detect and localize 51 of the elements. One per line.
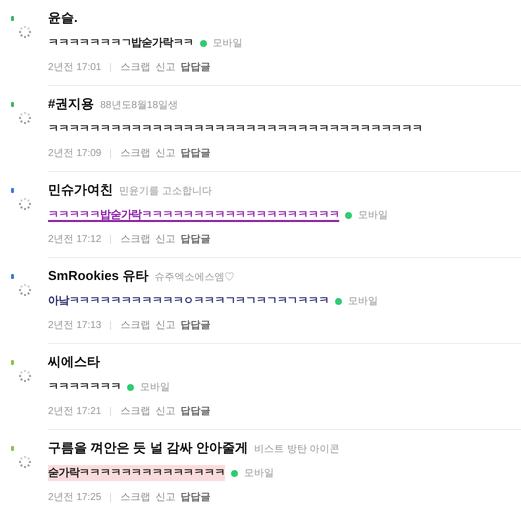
loading-icon (18, 111, 32, 125)
action-link[interactable]: 스크랩 (120, 60, 150, 74)
comment-time: 2년전 17:13 (48, 318, 102, 332)
reply-link[interactable]: 답답글 (180, 60, 210, 74)
loading-icon (18, 283, 32, 297)
action-link[interactable]: 스크랩 (120, 318, 150, 332)
reply-link[interactable]: 답답글 (180, 404, 210, 418)
comment-text: ㅋㅋㅋㅋㅋㅋㅋ (48, 380, 121, 395)
mobile-label: 모바일 (244, 466, 274, 480)
comment-time: 2년전 17:12 (48, 232, 102, 246)
comment-text: 아낰ㅋㅋㅋㅋㅋㅋㅋㅋㅋㅋㅋㅇㅋㅋㅋㄱㅋㄱㅋㄱㅋㄱㅋㅋㅋ (48, 294, 329, 309)
comment-text: ㅋㅋㅋㅋㅋ밥숟가락ㅋㅋㅋㅋㅋㅋㅋㅋㅋㅋㅋㅋㅋㅋㅋㅋㅋㅋㅋ (48, 208, 340, 223)
author-subtitle: 비스트 방탄 아이콘 (254, 443, 340, 457)
action-link[interactable]: 스크랩 (120, 146, 150, 160)
author-subtitle: 88년도8월18일생 (100, 99, 178, 113)
comment-time: 2년전 17:09 (48, 146, 102, 160)
author-name[interactable]: #권지용 (48, 94, 94, 114)
action-link[interactable]: 스크랩 (120, 404, 150, 418)
reply-link[interactable]: 답답글 (180, 490, 210, 504)
comment-text: 숟가락ㅋㅋㅋㅋㅋㅋㅋㅋㅋㅋㅋㅋㅋㅋ (48, 464, 225, 482)
loading-icon (18, 369, 32, 383)
comment-time: 2년전 17:21 (48, 404, 102, 418)
reply-link[interactable]: 답답글 (180, 146, 210, 160)
action-link[interactable]: 스크랩 (120, 232, 150, 246)
action-link[interactable]: 신고 (155, 404, 176, 418)
author-subtitle: 민윤기를 고소합니다 (119, 185, 212, 199)
author-subtitle: 슈주엑소에스엠♡ (154, 271, 234, 285)
comment-text: ㅋㅋㅋㅋㅋㅋㅋㄱ밥숟가락ㅋㅋ (48, 36, 194, 51)
comment-text: ㅋㅋㅋㅋㅋㅋㅋㅋㅋㅋㅋㅋㅋㅋㅋㅋㅋㅋㅋㅋㅋㅋㅋㅋㅋㅋㅋㅋㅋㅋㅋㅋㅋㅋㅋㅋ (48, 122, 422, 137)
loading-icon (18, 197, 32, 211)
comment-time: 2년전 17:01 (48, 60, 102, 74)
reply-link[interactable]: 답답글 (180, 232, 210, 246)
mobile-label: 모바일 (212, 36, 243, 50)
action-link[interactable]: 신고 (155, 318, 176, 332)
author-name[interactable]: SmRookies 유타 (48, 266, 148, 286)
author-name[interactable]: 씨에스타 (48, 352, 100, 372)
mobile-label: 모바일 (358, 208, 388, 222)
action-link[interactable]: 신고 (155, 490, 176, 504)
action-link[interactable]: 신고 (155, 146, 176, 160)
loading-icon (18, 25, 32, 39)
author-name[interactable]: 윤슬. (48, 8, 78, 28)
author-name[interactable]: 민슈가여친 (48, 180, 113, 200)
mobile-label: 모바일 (140, 380, 170, 394)
author-name[interactable]: 구름을 껴안은 듯 널 감싸 안아줄게 (48, 438, 248, 458)
action-link[interactable]: 스크랩 (120, 490, 150, 504)
action-link[interactable]: 신고 (155, 232, 176, 246)
loading-icon (18, 455, 32, 469)
action-link[interactable]: 신고 (155, 60, 176, 74)
comment-time: 2년전 17:25 (48, 490, 102, 504)
mobile-label: 모바일 (348, 294, 378, 308)
reply-link[interactable]: 답답글 (180, 318, 210, 332)
